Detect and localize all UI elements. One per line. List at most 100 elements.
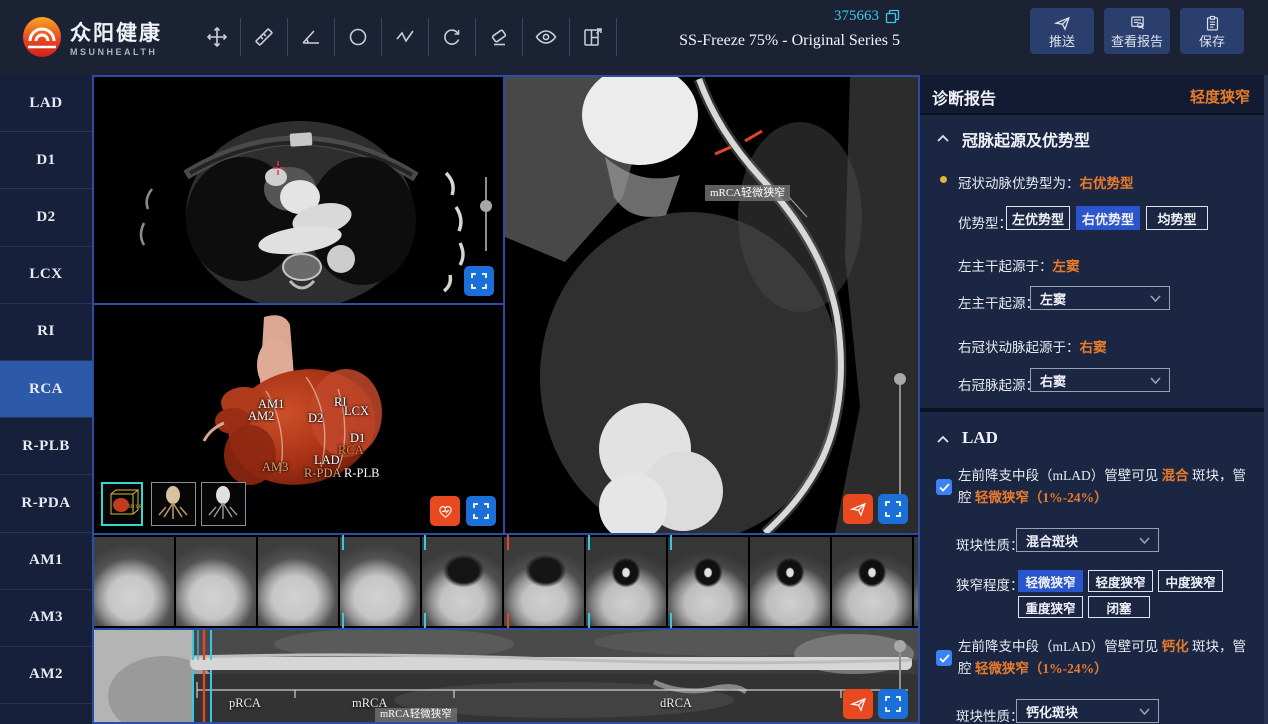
dominance-option-left[interactable]: 左优势型	[1006, 206, 1070, 230]
cross-section-tiles	[94, 537, 918, 626]
volume3d-fullscreen-button[interactable]	[466, 496, 496, 526]
vessel-label-r-plb: R-PLB	[344, 466, 379, 481]
lumen-send-button[interactable]	[843, 689, 873, 719]
sidebar-item-rca[interactable]: RCA	[0, 361, 92, 418]
finding2-checkbox[interactable]	[936, 650, 952, 666]
sidebar-item-lad[interactable]: LAD	[0, 75, 92, 132]
origin-section-title: 冠脉起源及优势型	[962, 127, 1090, 151]
vessel-sidebar: LAD D1 D2 LCX RI RCA R-PLB R-PDA AM1 AM3…	[0, 75, 92, 724]
thumbnail-3d-vr[interactable]: 3D VR	[101, 482, 143, 526]
finding2-plaque-dropdown-value: 钙化斑块	[1017, 702, 1139, 721]
vessel-label-am3: AM3	[262, 460, 288, 475]
cross-section-tile[interactable]	[750, 537, 830, 626]
stenosis-degree-label: 狭窄程度：	[956, 574, 1024, 594]
strip-marker-cyan	[588, 535, 590, 550]
cpr-stenosis-annotation[interactable]: mRCA轻微狭窄	[705, 185, 790, 201]
polyline-icon[interactable]	[393, 25, 417, 49]
sidebar-item-am2[interactable]: AM2	[0, 647, 92, 704]
finding2-text: 左前降支中段（mLAD）管壁可见 钙化 斑块，管腔 轻微狭窄（1%-24%）	[958, 636, 1254, 680]
sidebar-item-lcx[interactable]: LCX	[0, 247, 92, 304]
lumen-stenosis-annotation[interactable]: mRCA轻微狭窄	[375, 708, 457, 722]
lm-origin-dropdown[interactable]: 左窦	[1030, 286, 1170, 310]
stenosis-option-mild[interactable]: 轻度狭窄	[1088, 570, 1153, 592]
cpr-send-button[interactable]	[843, 494, 873, 524]
cross-section-tile[interactable]	[176, 537, 256, 626]
rca-origin-dropdown[interactable]: 右窦	[1030, 368, 1170, 392]
finding2-plaque-dropdown[interactable]: 钙化斑块	[1016, 699, 1159, 723]
strip-marker-cyan	[342, 535, 344, 550]
sidebar-item-am3[interactable]: AM3	[0, 590, 92, 647]
stenosis-option-moderate[interactable]: 中度狭窄	[1158, 570, 1223, 592]
toolbar-separator	[381, 18, 382, 56]
stenosis-option-minimal[interactable]: 轻微狭窄	[1018, 570, 1083, 592]
ruler-icon[interactable]	[252, 25, 276, 49]
report-scrollbar[interactable]	[1264, 75, 1268, 724]
report-header: 诊断报告 轻度狭窄	[920, 75, 1268, 115]
cross-section-tile[interactable]	[258, 537, 338, 626]
strip-marker-cyan	[342, 613, 344, 628]
cross-section-strip	[92, 533, 920, 630]
rca-origin-text: 右冠状动脉起源于：右窦	[958, 336, 1107, 356]
pan-icon[interactable]	[205, 25, 229, 49]
toolbar-separator	[428, 18, 429, 56]
logo-subtitle: MSUNHEALTH	[70, 47, 162, 57]
cross-section-tile[interactable]	[422, 537, 502, 626]
rotate-icon[interactable]	[440, 25, 464, 49]
finding1-stenosis-degree: 轻微狭窄（1%-24%）	[975, 490, 1108, 505]
finding1-plaque-dropdown-value: 混合斑块	[1017, 531, 1139, 550]
dominance-value: 右优势型	[1080, 176, 1134, 191]
copy-icon[interactable]	[885, 9, 900, 24]
finding1-plaque-type: 混合	[1162, 468, 1189, 483]
angle-icon[interactable]	[299, 25, 323, 49]
axial-slice-slider[interactable]	[480, 177, 492, 251]
send-icon	[1054, 15, 1071, 32]
lumen-image	[94, 630, 918, 722]
finding1-plaque-dropdown[interactable]: 混合斑块	[1016, 528, 1159, 552]
thumb-3d-vr-label: 3D VR	[128, 505, 143, 510]
stenosis-option-severe[interactable]: 重度狭窄	[1018, 596, 1083, 618]
push-button[interactable]: 推送	[1030, 8, 1094, 54]
cross-section-tile[interactable]	[340, 537, 420, 626]
save-button[interactable]: 保存	[1180, 8, 1244, 54]
cross-section-tile[interactable]	[586, 537, 666, 626]
thumbnail-vessel-tree-1[interactable]	[151, 482, 196, 526]
heart-view-button[interactable]	[430, 496, 460, 526]
sidebar-item-r-plb[interactable]: R-PLB	[0, 418, 92, 475]
lm-origin-dropdown-value: 左窦	[1031, 289, 1150, 308]
cpr-image	[505, 77, 918, 533]
thumbnail-vessel-tree-2[interactable]	[201, 482, 246, 526]
ellipse-icon[interactable]	[346, 25, 370, 49]
dominance-option-right[interactable]: 右优势型	[1076, 206, 1140, 230]
lumen-fullscreen-button[interactable]	[878, 689, 908, 719]
cross-section-tile[interactable]	[94, 537, 174, 626]
finding1-checkbox[interactable]	[936, 479, 952, 495]
fullscreen-icon	[473, 503, 489, 519]
view-report-button-label: 查看报告	[1111, 35, 1163, 48]
sidebar-item-ri[interactable]: RI	[0, 304, 92, 361]
logo-title: 众阳健康	[70, 17, 162, 47]
dominance-option-balanced[interactable]: 均势型	[1146, 206, 1208, 230]
sidebar-item-d2[interactable]: D2	[0, 189, 92, 246]
collapse-chevron-icon[interactable]	[936, 132, 950, 146]
cpr-fullscreen-button[interactable]	[878, 494, 908, 524]
cross-section-tile[interactable]	[668, 537, 748, 626]
layout-icon[interactable]	[581, 25, 605, 49]
cross-section-tile[interactable]	[832, 537, 912, 626]
study-info: 375663 SS-Freeze 75% - Original Series 5	[638, 8, 900, 50]
view-report-button[interactable]: 查看报告	[1104, 8, 1170, 54]
strip-marker-cyan	[670, 613, 672, 628]
stenosis-option-occlusion[interactable]: 闭塞	[1088, 596, 1150, 618]
collapse-chevron-icon[interactable]	[936, 433, 950, 447]
lm-origin-select-label: 左主干起源：	[958, 292, 1039, 312]
sidebar-item-am1[interactable]: AM1	[0, 533, 92, 590]
axial-fullscreen-button[interactable]	[464, 266, 494, 296]
lad-section-title: LAD	[962, 428, 998, 448]
eye-icon[interactable]	[534, 25, 558, 49]
lumen-view-panel: pRCA mRCA dRCA mRCA轻微狭窄	[92, 628, 920, 724]
eraser-icon[interactable]	[487, 25, 511, 49]
cross-section-tile[interactable]	[914, 537, 918, 626]
sidebar-item-r-pda[interactable]: R-PDA	[0, 475, 92, 532]
sidebar-item-d1[interactable]: D1	[0, 132, 92, 189]
rca-origin-value: 右窦	[1080, 340, 1107, 355]
cross-section-tile[interactable]	[504, 537, 584, 626]
